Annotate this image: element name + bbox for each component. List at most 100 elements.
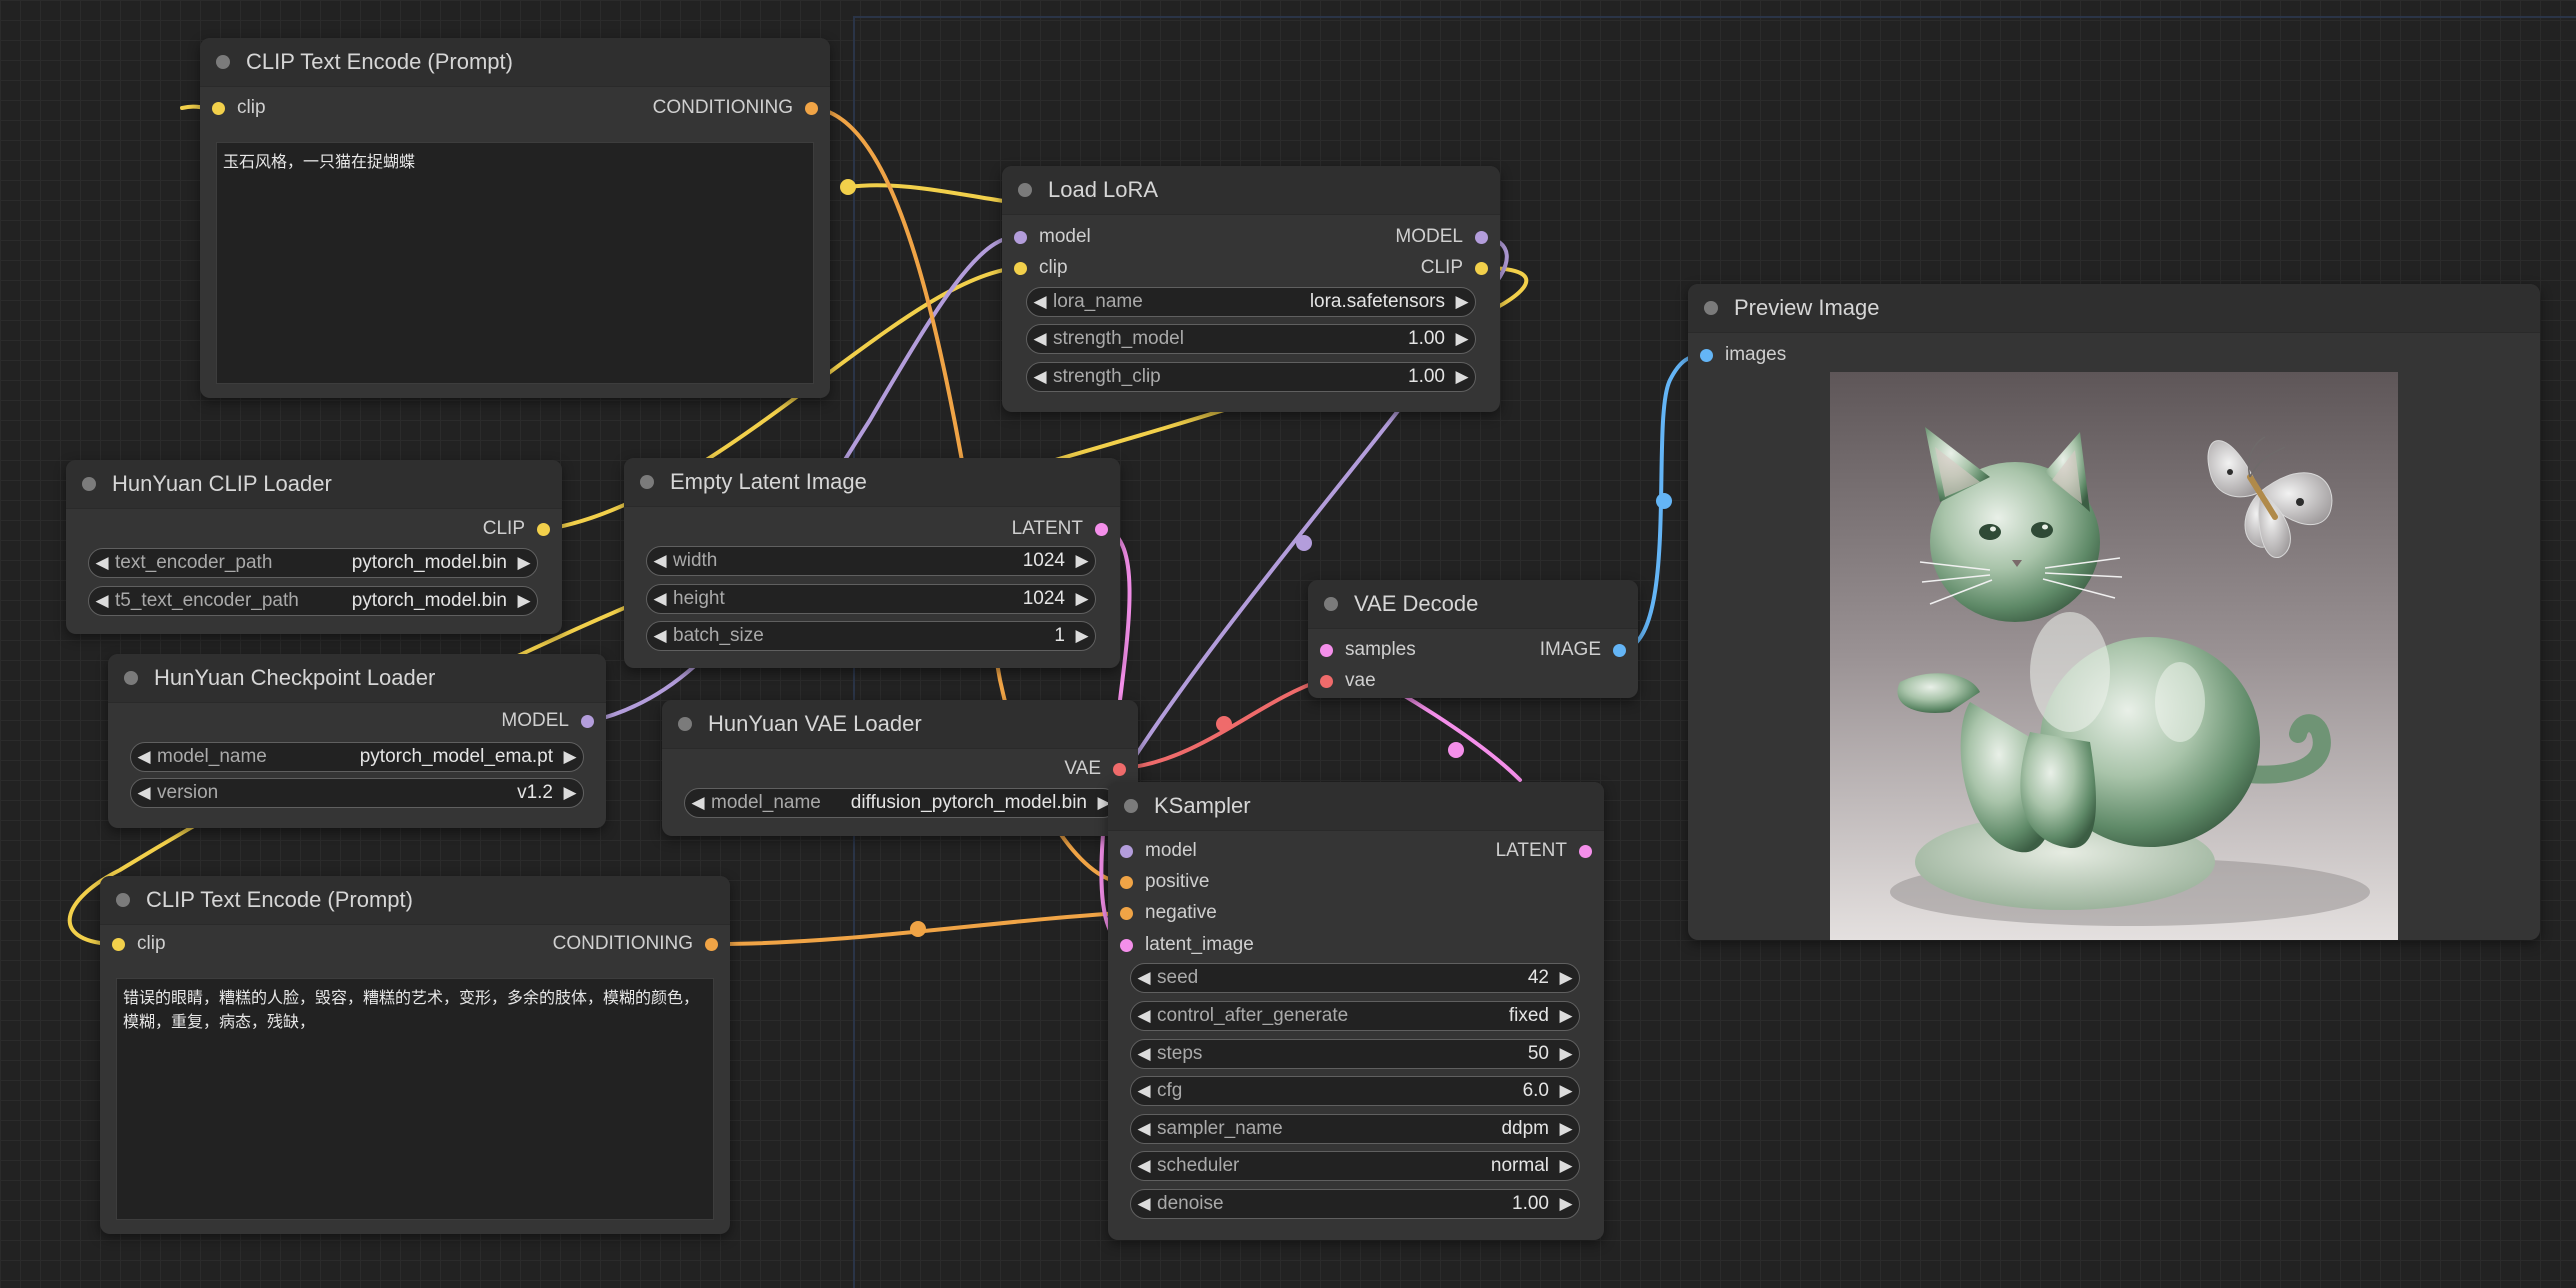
input-slot-clip[interactable]: clip [212, 95, 266, 121]
widget-t5-text-encoder-path[interactable]: ◀ t5_text_encoder_path pytorch_model.bin… [88, 586, 538, 616]
increment-arrow-icon[interactable]: ▶ [1553, 1044, 1579, 1064]
decrement-arrow-icon[interactable]: ◀ [1027, 329, 1053, 349]
input-slot-samples[interactable]: samples [1320, 637, 1416, 663]
latent-port-icon[interactable] [1095, 522, 1108, 536]
image-port-icon[interactable] [1700, 348, 1713, 362]
decrement-arrow-icon[interactable]: ◀ [1131, 1044, 1157, 1064]
input-slot-model[interactable]: model [1014, 224, 1091, 250]
clip-port-icon[interactable] [1014, 261, 1027, 275]
collapse-dot-icon[interactable] [678, 717, 692, 731]
increment-arrow-icon[interactable]: ▶ [1553, 1119, 1579, 1139]
widget-version[interactable]: ◀ version v1.2 ▶ [130, 778, 584, 808]
increment-arrow-icon[interactable]: ▶ [1069, 551, 1095, 571]
decrement-arrow-icon[interactable]: ◀ [1131, 968, 1157, 988]
output-slot-vae[interactable]: VAE [1064, 756, 1126, 782]
node-title-bar[interactable]: CLIP Text Encode (Prompt) [100, 876, 730, 925]
output-slot-conditioning[interactable]: CONDITIONING [553, 931, 718, 957]
collapse-dot-icon[interactable] [124, 671, 138, 685]
collapse-dot-icon[interactable] [216, 55, 230, 69]
clip-port-icon[interactable] [537, 522, 550, 536]
increment-arrow-icon[interactable]: ▶ [1553, 1194, 1579, 1214]
output-slot-latent[interactable]: LATENT [1012, 516, 1108, 542]
decrement-arrow-icon[interactable]: ◀ [647, 589, 673, 609]
vae-port-icon[interactable] [1113, 762, 1126, 776]
input-slot-latent-image[interactable]: latent_image [1120, 932, 1254, 958]
widget-seed[interactable]: ◀ seed 42 ▶ [1130, 963, 1580, 993]
node-clip-text-encode-positive[interactable]: CLIP Text Encode (Prompt) clip CONDITION… [200, 38, 830, 398]
widget-lora-name[interactable]: ◀ lora_name lora.safetensors ▶ [1026, 287, 1476, 317]
increment-arrow-icon[interactable]: ▶ [511, 553, 537, 573]
widget-strength-model[interactable]: ◀ strength_model 1.00 ▶ [1026, 324, 1476, 354]
latent-port-icon[interactable] [1120, 938, 1133, 952]
widget-strength-clip[interactable]: ◀ strength_clip 1.00 ▶ [1026, 362, 1476, 392]
increment-arrow-icon[interactable]: ▶ [1553, 1156, 1579, 1176]
collapse-dot-icon[interactable] [1704, 301, 1718, 315]
clip-port-icon[interactable] [212, 101, 225, 115]
image-port-icon[interactable] [1613, 643, 1626, 657]
increment-arrow-icon[interactable]: ▶ [557, 747, 583, 767]
decrement-arrow-icon[interactable]: ◀ [89, 591, 115, 611]
node-title-bar[interactable]: Preview Image [1688, 284, 2540, 333]
node-title-bar[interactable]: Empty Latent Image [624, 458, 1120, 507]
model-port-icon[interactable] [1475, 230, 1488, 244]
increment-arrow-icon[interactable]: ▶ [511, 591, 537, 611]
latent-port-icon[interactable] [1320, 643, 1333, 657]
decrement-arrow-icon[interactable]: ◀ [131, 783, 157, 803]
output-slot-latent[interactable]: LATENT [1496, 838, 1592, 864]
node-title-bar[interactable]: HunYuan VAE Loader [662, 700, 1138, 749]
input-slot-vae[interactable]: vae [1320, 668, 1376, 694]
decrement-arrow-icon[interactable]: ◀ [647, 551, 673, 571]
conditioning-port-icon[interactable] [1120, 906, 1133, 920]
collapse-dot-icon[interactable] [640, 475, 654, 489]
preview-image-jade-cat[interactable] [1830, 372, 2398, 940]
widget-text-encoder-path[interactable]: ◀ text_encoder_path pytorch_model.bin ▶ [88, 548, 538, 578]
output-slot-clip[interactable]: CLIP [483, 516, 550, 542]
increment-arrow-icon[interactable]: ▶ [557, 783, 583, 803]
widget-denoise[interactable]: ◀ denoise 1.00 ▶ [1130, 1189, 1580, 1219]
node-ksampler[interactable]: KSampler model LATENT positive negative … [1108, 782, 1604, 1240]
vae-port-icon[interactable] [1320, 674, 1333, 688]
widget-height[interactable]: ◀ height 1024 ▶ [646, 584, 1096, 614]
node-title-bar[interactable]: HunYuan CLIP Loader [66, 460, 562, 509]
input-slot-positive[interactable]: positive [1120, 869, 1209, 895]
widget-cfg[interactable]: ◀ cfg 6.0 ▶ [1130, 1076, 1580, 1106]
prompt-textarea[interactable]: 玉石风格，一只猫在捉蝴蝶 [216, 142, 814, 384]
increment-arrow-icon[interactable]: ▶ [1069, 626, 1095, 646]
node-clip-text-encode-negative[interactable]: CLIP Text Encode (Prompt) clip CONDITION… [100, 876, 730, 1234]
collapse-dot-icon[interactable] [82, 477, 96, 491]
node-empty-latent-image[interactable]: Empty Latent Image LATENT ◀ width 1024 ▶… [624, 458, 1120, 668]
node-vae-decode[interactable]: VAE Decode samples IMAGE vae [1308, 580, 1638, 698]
decrement-arrow-icon[interactable]: ◀ [1027, 367, 1053, 387]
input-slot-clip[interactable]: clip [112, 931, 166, 957]
model-port-icon[interactable] [1120, 844, 1133, 858]
widget-steps[interactable]: ◀ steps 50 ▶ [1130, 1039, 1580, 1069]
increment-arrow-icon[interactable]: ▶ [1449, 292, 1475, 312]
widget-model-name[interactable]: ◀ model_name pytorch_model_ema.pt ▶ [130, 742, 584, 772]
widget-batch-size[interactable]: ◀ batch_size 1 ▶ [646, 621, 1096, 651]
input-slot-images[interactable]: images [1700, 342, 1786, 368]
decrement-arrow-icon[interactable]: ◀ [1027, 292, 1053, 312]
increment-arrow-icon[interactable]: ▶ [1553, 1081, 1579, 1101]
conditioning-port-icon[interactable] [1120, 875, 1133, 889]
node-title-bar[interactable]: VAE Decode [1308, 580, 1638, 629]
negative-prompt-textarea[interactable]: 错误的眼睛，糟糕的人脸，毁容，糟糕的艺术，变形，多余的肢体，模糊的颜色，模糊，重… [116, 978, 714, 1220]
model-port-icon[interactable] [581, 714, 594, 728]
output-slot-clip[interactable]: CLIP [1421, 255, 1488, 281]
conditioning-port-icon[interactable] [705, 937, 718, 951]
input-slot-negative[interactable]: negative [1120, 900, 1217, 926]
collapse-dot-icon[interactable] [1124, 799, 1138, 813]
output-slot-model[interactable]: MODEL [1395, 224, 1488, 250]
input-slot-clip[interactable]: clip [1014, 255, 1068, 281]
node-title-bar[interactable]: CLIP Text Encode (Prompt) [200, 38, 830, 87]
node-load-lora[interactable]: Load LoRA model MODEL clip CLIP ◀ lora_n… [1002, 166, 1500, 412]
clip-port-icon[interactable] [1475, 261, 1488, 275]
collapse-dot-icon[interactable] [1324, 597, 1338, 611]
decrement-arrow-icon[interactable]: ◀ [131, 747, 157, 767]
node-title-bar[interactable]: KSampler [1108, 782, 1604, 831]
input-slot-model[interactable]: model [1120, 838, 1197, 864]
output-slot-image[interactable]: IMAGE [1540, 637, 1626, 663]
decrement-arrow-icon[interactable]: ◀ [1131, 1119, 1157, 1139]
increment-arrow-icon[interactable]: ▶ [1553, 1006, 1579, 1026]
output-slot-model[interactable]: MODEL [501, 708, 594, 734]
model-port-icon[interactable] [1014, 230, 1027, 244]
